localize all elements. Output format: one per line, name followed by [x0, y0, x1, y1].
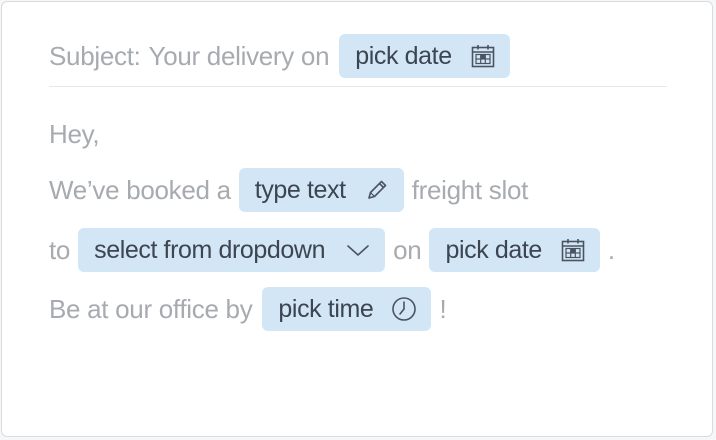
arrival-line: Be at our office by pick time ! [49, 287, 447, 331]
freight-text-input-label: type text [254, 175, 346, 204]
booking-text-before: We’ve booked a [49, 174, 231, 205]
chevron-down-icon [345, 237, 371, 263]
destination-text-before: to [49, 234, 71, 265]
arrival-time-picker[interactable]: pick time [262, 287, 432, 331]
delivery-date-picker-label: pick date [445, 235, 542, 264]
greeting-line: Hey, [49, 112, 100, 156]
subject-row: Subject: Your delivery on pick date [49, 34, 665, 78]
calendar-icon [560, 237, 586, 263]
booking-text-after: freight slot [411, 174, 529, 205]
destination-text-after: . [607, 234, 615, 265]
subject-date-picker-label: pick date [355, 41, 452, 70]
pencil-icon [364, 177, 390, 203]
arrival-text-before: Be at our office by [49, 293, 253, 324]
subject-divider [49, 86, 667, 87]
destination-dropdown[interactable]: select from dropdown [78, 228, 386, 272]
subject-text: Your delivery on [148, 40, 330, 71]
destination-text-middle: on [393, 234, 422, 265]
arrival-text-after: ! [439, 293, 447, 324]
subject-prefix: Subject: [49, 40, 141, 71]
email-template-card: Subject: Your delivery on pick date Hey,… [1, 1, 713, 437]
destination-line: to select from dropdown on pick date . [49, 228, 615, 272]
freight-text-input[interactable]: type text [238, 168, 404, 212]
booking-line: We’ve booked a type text freight slot [49, 168, 528, 212]
destination-dropdown-label: select from dropdown [94, 235, 326, 264]
delivery-date-picker[interactable]: pick date [429, 228, 600, 272]
clock-icon [391, 296, 417, 322]
greeting-text: Hey, [49, 118, 100, 149]
arrival-time-picker-label: pick time [278, 294, 374, 323]
calendar-icon [470, 43, 496, 69]
subject-date-picker[interactable]: pick date [339, 34, 510, 78]
